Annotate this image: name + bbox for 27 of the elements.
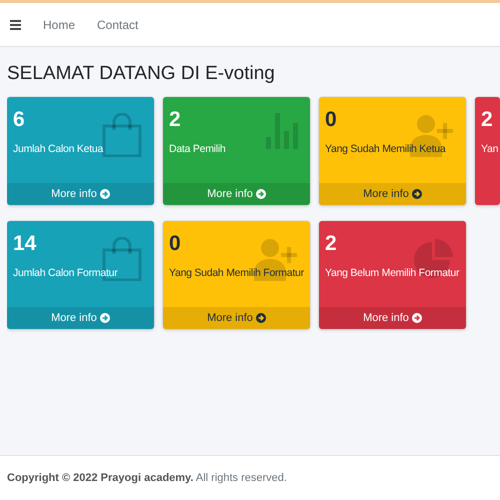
card-label: Yang Sudah Memilih Ketua: [325, 143, 446, 155]
count-value: 2: [325, 231, 337, 257]
arrow-circle-icon: [100, 313, 110, 323]
card-label: Jumlah Calon Ketua: [13, 143, 104, 155]
card-label: Yang Sudah Memilih Formatur: [169, 267, 304, 279]
count-value: 6: [13, 107, 25, 133]
nav-link[interactable]: Home: [43, 18, 76, 32]
arrow-circle-icon: [256, 189, 266, 199]
copyright-text: Copyright © 2022 Prayogi academy. All rights reserved.: [7, 472, 287, 484]
card-label: Yan: [481, 143, 498, 155]
bar-chart-icon: [266, 113, 298, 149]
card-label: Yang Belum Memilih Formatur: [325, 267, 460, 279]
arrow-circle-icon: [412, 189, 422, 199]
shopping-bag-icon: [102, 113, 142, 157]
page-title: SELAMAT DATANG DI E-voting: [7, 63, 275, 85]
count-value: 2: [481, 107, 493, 133]
card-label: Data Pemilih: [169, 143, 226, 155]
count-value: 2: [169, 107, 181, 133]
count-value: 14: [13, 231, 36, 257]
arrow-circle-icon: [256, 313, 266, 323]
nav-link[interactable]: Contact: [97, 18, 138, 32]
count-value: 0: [169, 231, 181, 257]
arrow-circle-icon: [100, 189, 110, 199]
card-label: Jumlah Calon Formatur: [13, 267, 118, 279]
menu-icon[interactable]: [10, 20, 21, 30]
count-value: 0: [325, 107, 337, 133]
arrow-circle-icon: [412, 313, 422, 323]
